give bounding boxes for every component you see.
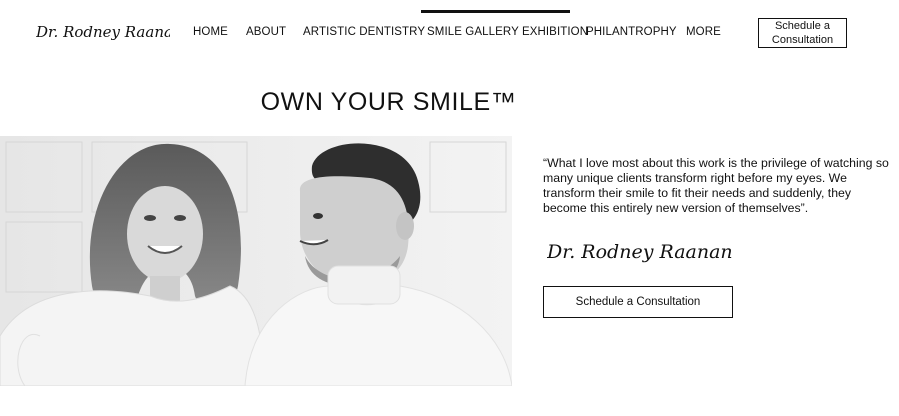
nav-item-about[interactable]: ABOUT: [246, 26, 286, 38]
nav-item-home[interactable]: HOME: [193, 26, 228, 38]
site-logo[interactable]: Dr. Rodney Raanan: [35, 16, 183, 48]
nav-item-smile-gallery-exhibition[interactable]: SMILE GALLERY EXHIBITION: [427, 26, 588, 38]
header-cta-label: Schedule a Consultation: [771, 20, 834, 46]
hero-photo: [0, 136, 512, 386]
nav-item-artistic-dentistry[interactable]: ARTISTIC DENTISTRY: [303, 26, 425, 38]
signature-image: Dr. Rodney Raanan: [546, 232, 733, 272]
logo-text: Dr. Rodney Raanan: [36, 23, 170, 41]
nav-active-indicator: [421, 10, 570, 13]
page-headline: OWN YOUR SMILE™: [260, 88, 517, 116]
nav-item-philantrophy[interactable]: PHILANTROPHY: [586, 26, 677, 38]
nav-item-more[interactable]: MORE: [686, 26, 721, 38]
testimonial-quote: “What I love most about this work is the…: [543, 156, 889, 215]
schedule-consultation-button[interactable]: Schedule a Consultation: [543, 286, 733, 318]
cta-label: Schedule a Consultation: [575, 296, 701, 308]
header-schedule-consultation-button[interactable]: Schedule a Consultation: [758, 18, 847, 48]
signature-text: Dr. Rodney Raanan: [547, 241, 733, 263]
